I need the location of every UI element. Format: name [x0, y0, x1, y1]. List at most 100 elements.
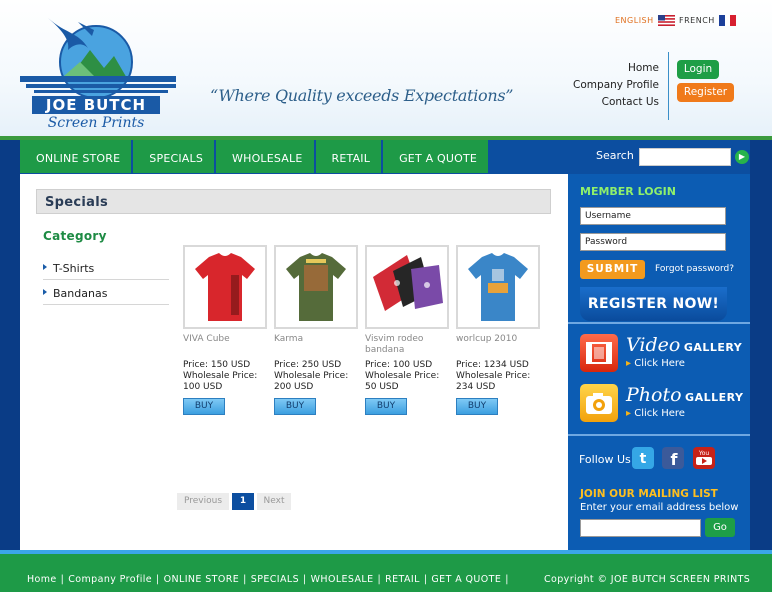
product-card: worlcup 2010 Price: 1234 USD Wholesale P…: [456, 245, 542, 415]
lang-english-label: ENGLISH: [615, 16, 654, 25]
svg-text:You: You: [698, 450, 710, 457]
video-click-here: ▸ Click Here: [626, 358, 685, 369]
category-label: T-Shirts: [53, 262, 95, 275]
photo-gallery-title: Photo GALLERY: [626, 384, 744, 406]
logo[interactable]: JOE BUTCH Screen Prints: [18, 14, 178, 132]
search-label: Search: [596, 149, 634, 162]
product-card: VIVA Cube Price: 150 USD Wholesale Price…: [183, 245, 269, 415]
footer-link-online-store[interactable]: ONLINE STORE: [164, 574, 240, 585]
product-name: Visvim rodeo bandana: [365, 334, 424, 355]
submit-button[interactable]: SUBMIT: [580, 260, 645, 279]
login-button[interactable]: Login: [677, 60, 719, 79]
top-link-company-profile[interactable]: Company Profile: [573, 77, 659, 94]
tagline: “Where Quality exceeds Expectations”: [210, 86, 514, 105]
camera-icon: [580, 384, 618, 422]
arrow-right-icon: [43, 289, 47, 295]
product-image-bandanas[interactable]: [365, 245, 449, 329]
mailing-go-button[interactable]: Go: [705, 518, 735, 537]
member-login-title: MEMBER LOGIN: [580, 185, 676, 198]
photo-gallery-link[interactable]: Photo GALLERY ▸ Click Here: [580, 384, 744, 424]
video-gallery-link[interactable]: Video GALLERY ▸ Click Here: [580, 334, 742, 374]
fr-flag-icon: [718, 15, 736, 26]
top-links: Home Company Profile Contact Us: [573, 60, 659, 111]
header-separator: [668, 52, 669, 120]
logo-subtext: Screen Prints: [48, 115, 145, 131]
product-card: Karma Price: 250 USD Wholesale Price: 20…: [274, 245, 360, 415]
search-go-icon[interactable]: ▶: [735, 150, 749, 164]
pagination-page-1[interactable]: 1: [232, 493, 254, 510]
footer: Home | Company Profile | ONLINE STORE | SPE…: [0, 554, 772, 592]
search-input[interactable]: [639, 148, 731, 166]
email-field[interactable]: [580, 519, 701, 537]
photo-click-here: ▸ Click Here: [626, 408, 685, 419]
copyright-text: Copyright © JOE BUTCH SCREEN PRINTS: [544, 574, 751, 585]
sidebar-divider: [568, 322, 750, 324]
register-button[interactable]: Register: [677, 83, 734, 102]
buy-button[interactable]: BUY: [274, 398, 316, 415]
category-item-bandanas[interactable]: Bandanas: [43, 281, 169, 305]
mailing-list-subtitle: Enter your email address below: [580, 502, 739, 513]
logo-graphic: JOE BUTCH Screen Prints: [20, 18, 176, 131]
product-retail-price: Price: 250 USD: [274, 360, 342, 370]
product-name: Karma: [274, 334, 304, 344]
youtube-icon[interactable]: You: [693, 447, 715, 469]
facebook-icon[interactable]: f: [662, 447, 684, 469]
product-price: Price: 1234 USD Wholesale Price: 234 USD: [456, 360, 544, 393]
product-image-red-tshirt[interactable]: [183, 245, 267, 329]
top-link-contact-us[interactable]: Contact Us: [573, 94, 659, 111]
buy-button[interactable]: BUY: [456, 398, 498, 415]
username-field[interactable]: Username: [580, 207, 726, 225]
footer-links: Home | Company Profile | ONLINE STORE | SPE…: [27, 574, 509, 585]
category-title: Category: [43, 229, 107, 243]
forgot-password-link[interactable]: Forgot password?: [655, 264, 734, 274]
product-price: Price: 100 USD Wholesale Price: 50 USD: [365, 360, 453, 393]
twitter-icon[interactable]: t: [632, 447, 654, 469]
film-icon: [580, 334, 618, 372]
footer-link-home[interactable]: Home: [27, 574, 57, 585]
lang-english[interactable]: ENGLISH: [615, 15, 675, 26]
product-wholesale-price: Wholesale Price: 50 USD: [365, 371, 440, 392]
product-image-green-tshirt[interactable]: [274, 245, 358, 329]
svg-text:f: f: [671, 450, 679, 469]
product-wholesale-price: Wholesale Price: 234 USD: [456, 371, 531, 392]
lang-french[interactable]: FRENCH: [679, 15, 736, 26]
product-wholesale-price: Wholesale Price: 100 USD: [183, 371, 258, 392]
pagination: Previous 1 Next: [177, 493, 291, 510]
main-nav: ONLINE STORE SPECIALS WHOLESALE RETAIL G…: [20, 140, 491, 173]
lang-french-label: FRENCH: [679, 16, 715, 25]
nav-get-a-quote[interactable]: GET A QUOTE: [383, 140, 491, 173]
nav-retail[interactable]: RETAIL: [315, 140, 384, 173]
register-now-button[interactable]: REGISTER NOW!: [580, 287, 727, 321]
product-price: Price: 250 USD Wholesale Price: 200 USD: [274, 360, 362, 393]
pagination-previous[interactable]: Previous: [177, 493, 229, 510]
footer-link-retail[interactable]: RETAIL: [385, 574, 420, 585]
top-link-home[interactable]: Home: [573, 60, 659, 77]
pagination-next[interactable]: Next: [257, 493, 291, 510]
follow-us-label: Follow Us: [579, 453, 631, 466]
product-price: Price: 150 USD Wholesale Price: 100 USD: [183, 360, 271, 393]
category-item-tshirts[interactable]: T-Shirts: [43, 256, 169, 280]
nav-wholesale[interactable]: WHOLESALE: [216, 140, 316, 173]
password-field[interactable]: Password: [580, 233, 726, 251]
sidebar-divider: [568, 434, 750, 436]
left-border: [0, 174, 20, 550]
nav-online-store[interactable]: ONLINE STORE: [20, 140, 134, 173]
buy-button[interactable]: BUY: [183, 398, 225, 415]
nav-specials[interactable]: SPECIALS: [133, 140, 217, 173]
logo-text: JOE BUTCH: [45, 96, 146, 114]
product-name: VIVA Cube: [183, 334, 230, 344]
footer-link-specials[interactable]: SPECIALS: [251, 574, 299, 585]
footer-link-wholesale[interactable]: WHOLESALE: [311, 574, 374, 585]
product-wholesale-price: Wholesale Price: 200 USD: [274, 371, 349, 392]
footer-link-company-profile[interactable]: Company Profile: [68, 574, 152, 585]
page-title: Specials: [45, 195, 109, 210]
footer-link-get-a-quote[interactable]: GET A QUOTE: [431, 574, 501, 585]
product-image-blue-tshirt[interactable]: [456, 245, 540, 329]
buy-button[interactable]: BUY: [365, 398, 407, 415]
category-label: Bandanas: [53, 287, 108, 300]
product-retail-price: Price: 100 USD: [365, 360, 433, 370]
product-retail-price: Price: 1234 USD: [456, 360, 529, 370]
page-title-bar: Specials: [36, 189, 551, 214]
svg-text:t: t: [640, 451, 647, 467]
us-flag-icon: [657, 15, 675, 26]
